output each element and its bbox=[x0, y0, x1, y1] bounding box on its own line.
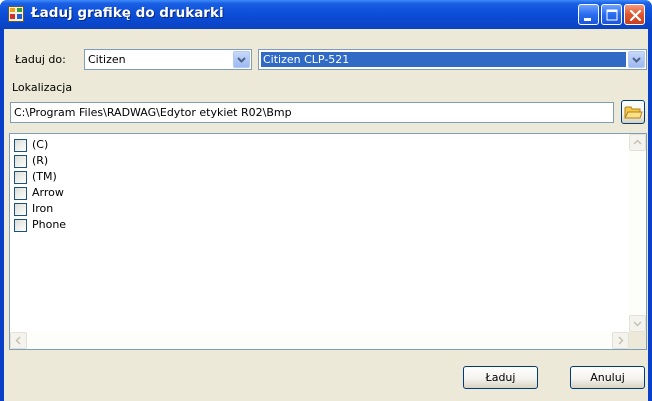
horizontal-scrollbar[interactable] bbox=[10, 332, 629, 349]
graphics-list[interactable]: (C) (R) (TM) Arrow Iron Phone bbox=[9, 133, 647, 350]
printer-model-value: Citizen CLP-521 bbox=[261, 52, 626, 67]
title-bar[interactable]: Ładuj grafikę do drukarki bbox=[0, 0, 652, 29]
folder-icon bbox=[624, 106, 643, 119]
location-path-value: C:\Program Files\RADWAG\Edytor etykiet R… bbox=[14, 106, 292, 119]
list-item-label: (TM) bbox=[32, 170, 57, 183]
load-button[interactable]: Ładuj bbox=[463, 366, 538, 389]
vertical-scrollbar[interactable] bbox=[629, 134, 646, 332]
chevron-down-icon[interactable] bbox=[233, 51, 250, 68]
maximize-icon bbox=[606, 9, 618, 21]
chevron-down-icon bbox=[633, 321, 642, 327]
chevron-left-icon bbox=[15, 336, 21, 345]
location-label: Lokalizacja bbox=[12, 81, 73, 94]
checkbox[interactable] bbox=[14, 155, 27, 168]
chevron-down-icon[interactable] bbox=[628, 51, 645, 68]
scroll-up-button[interactable] bbox=[629, 134, 646, 151]
maximize-button[interactable] bbox=[601, 4, 622, 25]
list-item-label: (C) bbox=[32, 138, 49, 151]
list-item-label: Phone bbox=[32, 218, 67, 231]
chevron-up-icon bbox=[633, 139, 642, 145]
list-item-label: (R) bbox=[32, 154, 49, 167]
close-button[interactable] bbox=[624, 4, 645, 25]
minimize-button[interactable] bbox=[578, 4, 599, 25]
scroll-down-button[interactable] bbox=[629, 315, 646, 332]
scrollbar-corner bbox=[629, 332, 646, 349]
dialog-window: Ładuj grafikę do drukarki Ładuj do: Citi… bbox=[0, 0, 652, 401]
app-icon bbox=[8, 6, 24, 22]
target-label: Ładuj do: bbox=[15, 53, 66, 66]
printer-family-combo[interactable]: Citizen bbox=[84, 49, 252, 70]
window-title: Ładuj grafikę do drukarki bbox=[31, 5, 224, 21]
printer-model-combo[interactable]: Citizen CLP-521 bbox=[258, 49, 647, 70]
scroll-right-button[interactable] bbox=[612, 332, 629, 349]
location-path-field[interactable]: C:\Program Files\RADWAG\Edytor etykiet R… bbox=[10, 102, 614, 123]
checkbox[interactable] bbox=[14, 219, 27, 232]
scroll-left-button[interactable] bbox=[10, 332, 27, 349]
minimize-icon bbox=[584, 18, 591, 21]
dialog-client-area: Ładuj do: Citizen -> Citizen CLP-521 Lok… bbox=[4, 29, 648, 401]
list-item-label: Arrow bbox=[32, 186, 64, 199]
list-item-label: Iron bbox=[32, 202, 54, 215]
browse-button[interactable] bbox=[621, 100, 645, 124]
checkbox[interactable] bbox=[14, 139, 27, 152]
checkbox[interactable] bbox=[14, 203, 27, 216]
checkbox[interactable] bbox=[14, 187, 27, 200]
close-icon bbox=[629, 9, 642, 22]
cancel-button[interactable]: Anuluj bbox=[570, 366, 645, 389]
checkbox[interactable] bbox=[14, 171, 27, 184]
chevron-right-icon bbox=[618, 336, 624, 345]
printer-family-value: Citizen bbox=[88, 53, 126, 66]
